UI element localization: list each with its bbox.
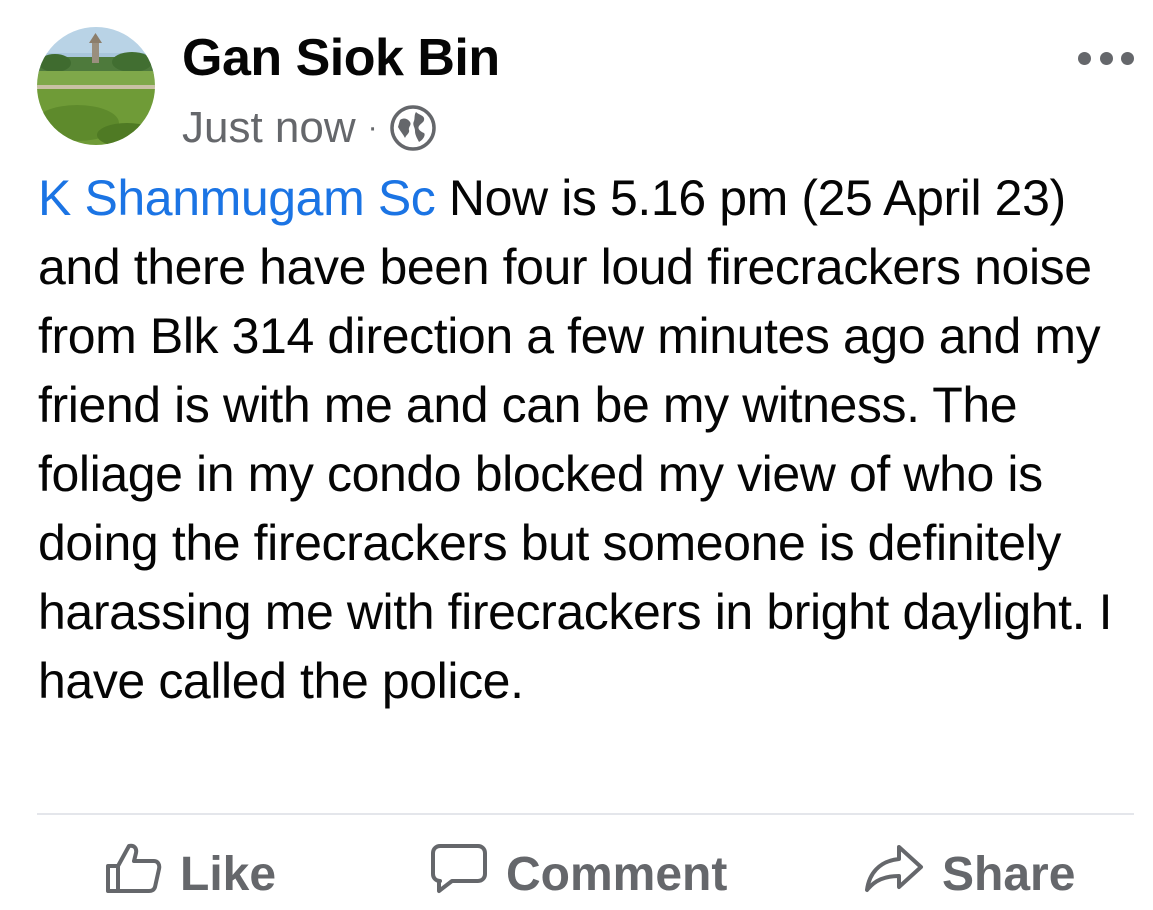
more-options-button[interactable] <box>1078 40 1134 76</box>
comment-bubble-icon <box>430 842 488 906</box>
action-divider <box>37 813 1134 815</box>
thumbs-up-icon <box>104 842 162 906</box>
share-label: Share <box>942 847 1076 901</box>
mention-link[interactable]: K Shanmugam Sc <box>38 170 436 226</box>
post-meta: Just now · <box>182 100 438 156</box>
post-timestamp[interactable]: Just now <box>182 103 356 153</box>
comment-label: Comment <box>506 847 728 901</box>
globe-icon[interactable] <box>388 103 438 153</box>
post-body: K Shanmugam Sc Now is 5.16 pm (25 April … <box>38 164 1134 716</box>
like-button[interactable]: Like <box>104 838 276 910</box>
like-label: Like <box>180 847 277 901</box>
author-name[interactable]: Gan Siok Bin <box>182 26 500 90</box>
comment-button[interactable]: Comment <box>430 838 727 910</box>
more-horizontal-icon <box>1078 51 1091 65</box>
share-arrow-icon <box>864 843 924 905</box>
post-text: Now is 5.16 pm (25 April 23) and there h… <box>38 170 1113 709</box>
more-dot <box>1099 51 1113 65</box>
meta-separator: · <box>367 111 378 144</box>
author-avatar[interactable] <box>37 27 155 145</box>
share-button[interactable]: Share <box>864 838 1075 910</box>
avatar-photo <box>37 27 155 145</box>
more-dot <box>1121 51 1134 65</box>
